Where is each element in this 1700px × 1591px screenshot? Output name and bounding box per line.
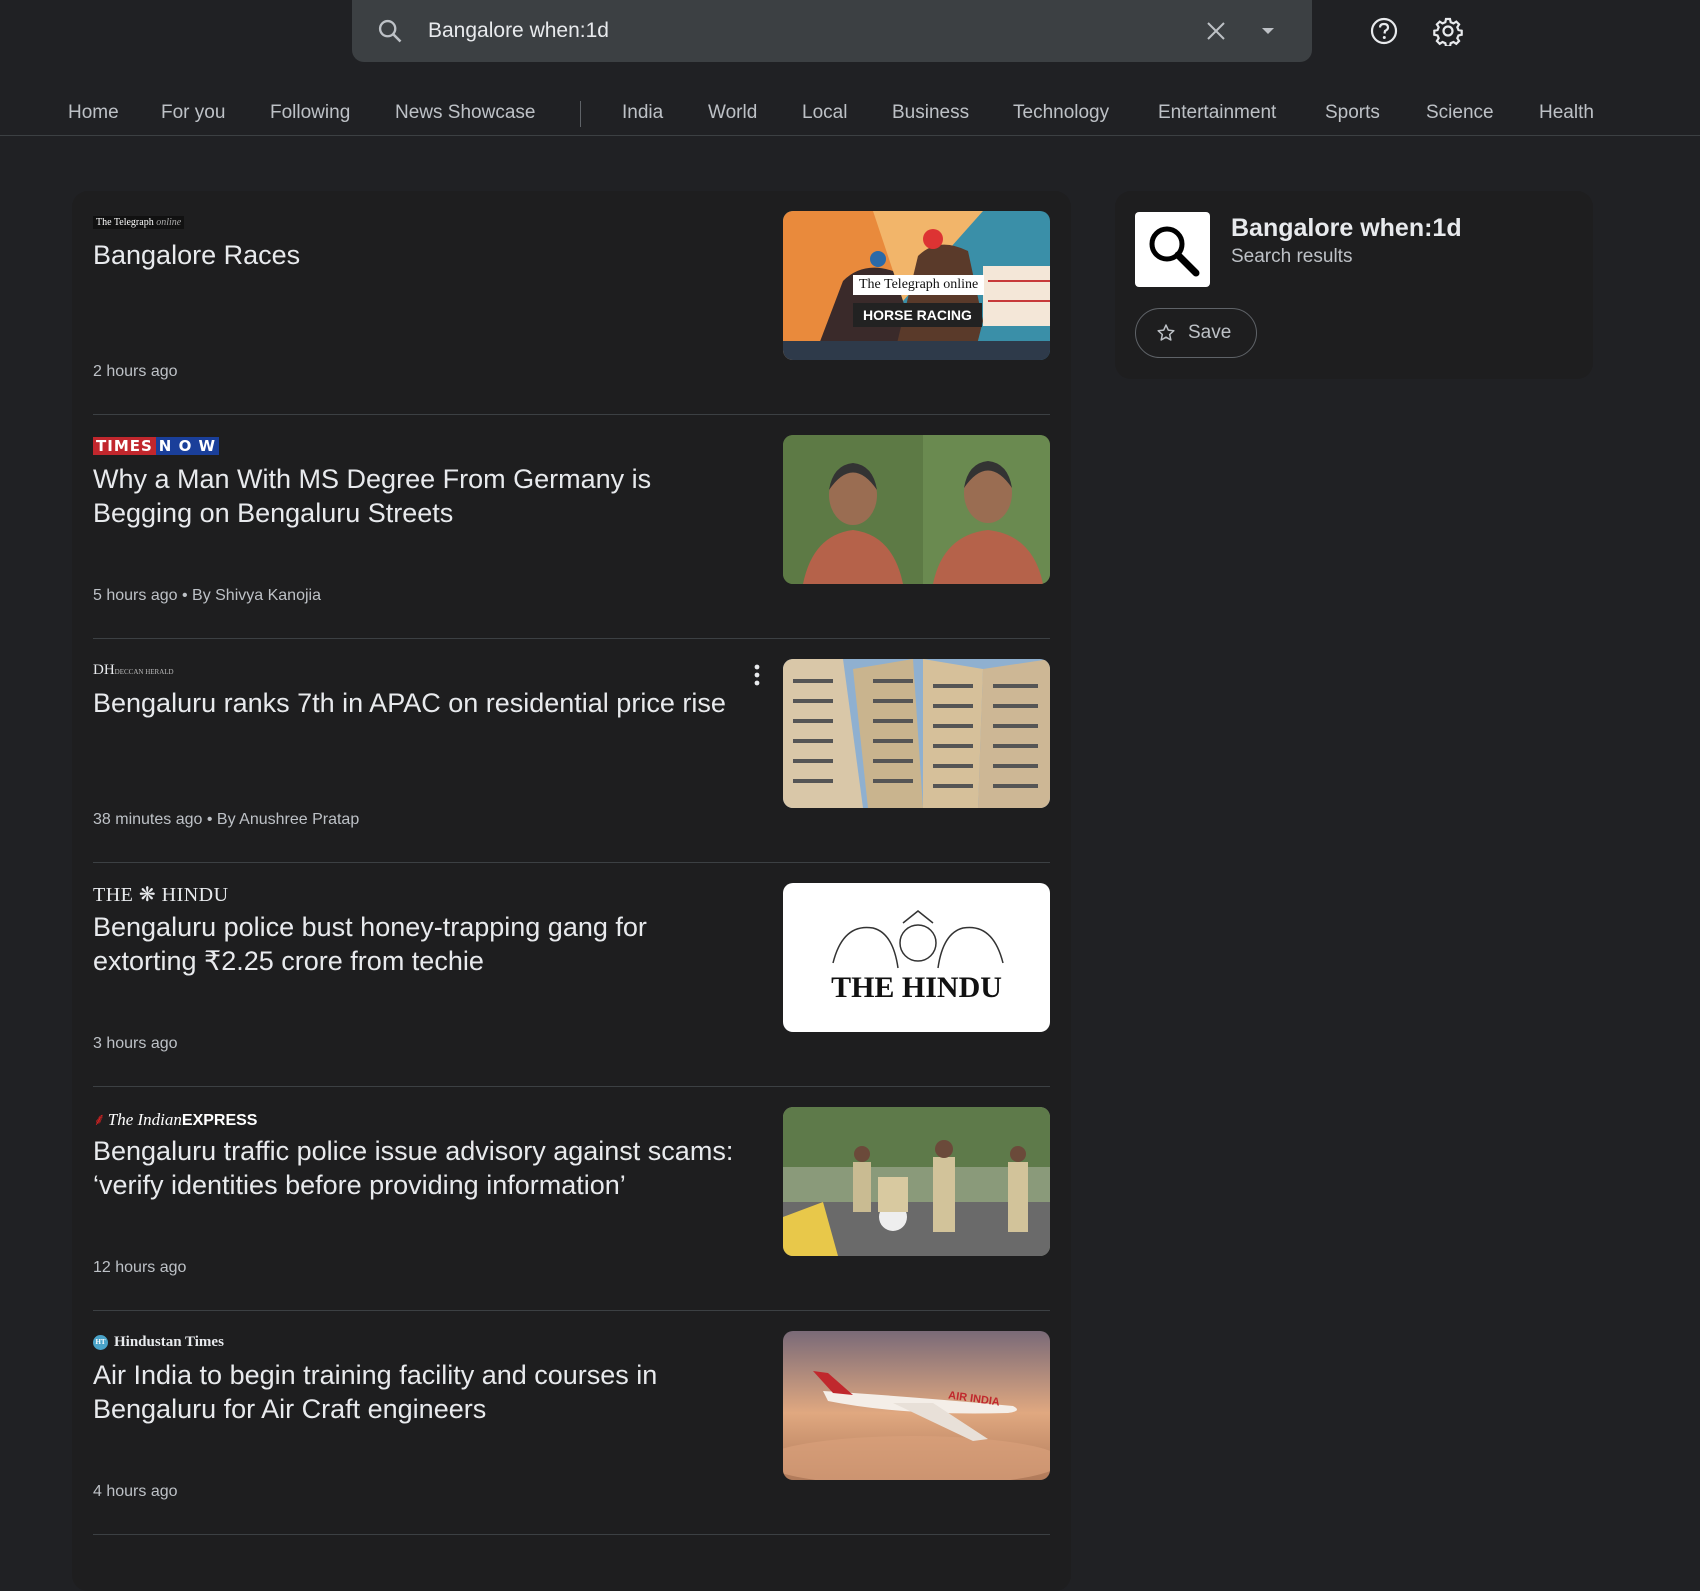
nav-home[interactable]: Home — [68, 102, 119, 124]
source-logo[interactable]: ⸙ The IndianEXPRESS — [93, 1107, 257, 1129]
article-time: 2 hours ago — [93, 363, 178, 380]
search-bar[interactable] — [352, 0, 1312, 62]
indian-express-logo: ⸙ The IndianEXPRESS — [93, 1109, 258, 1129]
thumb-brand: The Telegraph online — [853, 275, 985, 295]
nav-entertainment[interactable]: Entertainment — [1158, 102, 1276, 124]
article-card[interactable]: TIMES N O W Why a Man With MS Degree From… — [93, 415, 1050, 639]
nav-local[interactable]: Local — [802, 102, 847, 124]
nav-india[interactable]: India — [622, 102, 663, 124]
article-meta: 2 hours ago — [93, 363, 178, 381]
search-input[interactable] — [428, 0, 1128, 62]
search-query-icon — [1135, 212, 1210, 287]
the-hindu-logo: THE ❋ HINDU — [93, 883, 229, 906]
article-author: By Anushree Pratap — [216, 811, 360, 828]
nav-health[interactable]: Health — [1539, 102, 1594, 124]
search-query-title: Bangalore when:1d — [1231, 214, 1462, 242]
clear-search-icon[interactable] — [1200, 15, 1232, 47]
nav-sports[interactable]: Sports — [1325, 102, 1380, 124]
thumb-label: HORSE RACING — [853, 303, 982, 327]
nav-world[interactable]: World — [708, 102, 757, 124]
thumb-brand: THE HINDU — [831, 971, 1002, 1004]
nav-news-showcase[interactable]: News Showcase — [395, 102, 535, 124]
article-time: 5 hours ago — [93, 587, 178, 604]
search-icon[interactable] — [376, 17, 404, 45]
save-search-button[interactable]: Save — [1135, 308, 1257, 358]
article-thumbnail[interactable] — [783, 659, 1050, 808]
nav-following[interactable]: Following — [270, 102, 350, 124]
nav-for-you[interactable]: For you — [161, 102, 225, 124]
article-thumbnail[interactable]: The Telegraph online HORSE RACING — [783, 211, 1050, 360]
source-logo[interactable]: The Telegraph online — [93, 211, 185, 233]
article-card[interactable]: HT Hindustan Times Air India to begin tra… — [93, 1311, 1050, 1535]
article-card[interactable]: The Telegraph online Bangalore Races 2 h… — [93, 191, 1050, 415]
article-meta: 3 hours ago — [93, 1035, 178, 1053]
nav-technology[interactable]: Technology — [1013, 102, 1109, 124]
nav-science[interactable]: Science — [1426, 102, 1494, 124]
article-time: 38 minutes ago — [93, 811, 203, 828]
source-logo[interactable]: TIMES N O W — [93, 435, 220, 457]
article-title[interactable]: Air India to begin training facility and… — [93, 1358, 753, 1426]
star-icon — [1157, 324, 1175, 341]
search-results-subtitle: Search results — [1231, 246, 1353, 267]
telegraph-logo: The Telegraph online — [93, 215, 185, 229]
search-options-dropdown-icon[interactable] — [1252, 15, 1284, 47]
article-card[interactable]: THE ❋ HINDU Bengaluru police bust honey-… — [93, 863, 1050, 1087]
article-card[interactable]: ⸙ The IndianEXPRESS Bengaluru traffic pol… — [93, 1087, 1050, 1311]
more-options-icon[interactable] — [745, 661, 769, 689]
source-logo[interactable]: THE ❋ HINDU — [93, 883, 229, 906]
article-title[interactable]: Why a Man With MS Degree From Germany is… — [93, 462, 753, 530]
nav-divider — [580, 101, 581, 127]
search-summary-panel: Bangalore when:1d Search results Save — [1115, 191, 1593, 379]
article-title[interactable]: Bengaluru police bust honey-trapping gan… — [93, 910, 753, 978]
top-bar: Home For you Following News Showcase Ind… — [0, 0, 1700, 136]
article-thumbnail[interactable]: THE HINDU — [783, 883, 1050, 1032]
article-title[interactable]: Bangalore Races — [93, 238, 753, 272]
article-meta: 12 hours ago — [93, 1259, 186, 1277]
nav-business[interactable]: Business — [892, 102, 969, 124]
article-time: 3 hours ago — [93, 1035, 178, 1052]
settings-gear-icon[interactable] — [1430, 13, 1466, 49]
article-thumbnail[interactable]: AIR INDIA — [783, 1331, 1050, 1480]
search-results-feed: The Telegraph online Bangalore Races 2 h… — [72, 191, 1071, 1591]
article-meta: 5 hours ago • By Shivya Kanojia — [93, 587, 321, 604]
article-meta: 38 minutes ago • By Anushree Pratap — [93, 811, 360, 828]
article-title[interactable]: Bengaluru traffic police issue advisory … — [93, 1134, 753, 1202]
article-card[interactable]: DHDECCAN HERALD Bengaluru ranks 7th in A… — [93, 639, 1050, 863]
article-time: 12 hours ago — [93, 1259, 187, 1276]
article-title[interactable]: Bengaluru ranks 7th in APAC on residenti… — [93, 686, 753, 720]
timesnow-logo: TIMES N O W — [93, 437, 220, 455]
help-icon[interactable] — [1366, 13, 1402, 49]
save-label: Save — [1188, 322, 1232, 343]
source-logo[interactable]: DHDECCAN HERALD — [93, 659, 174, 681]
hindustan-times-logo: HT Hindustan Times — [93, 1334, 224, 1351]
article-thumbnail[interactable] — [783, 435, 1050, 584]
article-author: By Shivya Kanojia — [192, 587, 321, 604]
section-nav: Home For you Following News Showcase Ind… — [0, 88, 1700, 136]
article-meta: 4 hours ago — [93, 1483, 178, 1501]
article-time: 4 hours ago — [93, 1483, 178, 1500]
source-logo[interactable]: HT Hindustan Times — [93, 1331, 224, 1353]
deccan-herald-logo: DHDECCAN HERALD — [93, 661, 174, 678]
article-thumbnail[interactable] — [783, 1107, 1050, 1256]
